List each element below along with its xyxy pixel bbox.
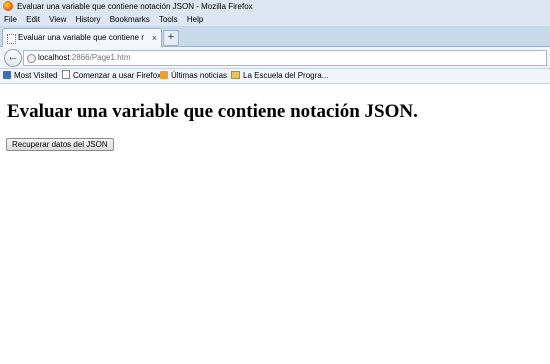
- url-host: localhost: [38, 53, 70, 62]
- url-path: :2866/Page1.htm: [69, 53, 131, 62]
- url-text: localhost:2866/Page1.htm: [38, 51, 131, 65]
- menu-bookmarks[interactable]: Bookmarks: [110, 13, 150, 26]
- window-title: Evaluar una variable que contiene notaci…: [17, 2, 253, 11]
- bookmark-escuela[interactable]: La Escuela del Progra...: [231, 69, 328, 83]
- page-icon: [7, 34, 16, 44]
- menu-view[interactable]: View: [49, 13, 66, 26]
- tab-label: Evaluar una variable que contiene notaci…: [18, 33, 144, 42]
- menu-tools[interactable]: Tools: [159, 13, 178, 26]
- firefox-logo-icon: [3, 1, 13, 11]
- menu-history[interactable]: History: [76, 13, 101, 26]
- new-tab-button[interactable]: +: [163, 30, 179, 46]
- menu-edit[interactable]: Edit: [26, 13, 40, 26]
- rss-feed-icon: [160, 71, 168, 79]
- close-tab-icon[interactable]: ×: [152, 29, 157, 47]
- menu-help[interactable]: Help: [187, 13, 203, 26]
- folder-icon: [231, 71, 240, 79]
- retrieve-json-button[interactable]: Recuperar datos del JSON: [6, 138, 114, 151]
- url-bar[interactable]: localhost:2866/Page1.htm: [23, 50, 547, 66]
- page-content: Evaluar una variable que contiene notaci…: [0, 84, 550, 364]
- bookmark-label: Últimas noticias: [171, 71, 228, 80]
- menu-file[interactable]: File: [4, 13, 17, 26]
- bookmark-label: Comenzar a usar Firefox: [73, 71, 162, 80]
- navigation-toolbar: ← localhost:2866/Page1.htm: [0, 47, 550, 69]
- page-heading: Evaluar una variable que contiene notaci…: [7, 101, 418, 122]
- tab-active[interactable]: Evaluar una variable que contiene notaci…: [2, 28, 162, 47]
- page-icon: [62, 70, 70, 79]
- bookmark-latest-news[interactable]: Últimas noticias: [160, 69, 227, 83]
- back-button[interactable]: ←: [4, 49, 22, 67]
- bookmarks-toolbar: Most Visited Comenzar a usar Firefox Últ…: [0, 69, 550, 84]
- bookmark-label: La Escuela del Progra...: [243, 71, 329, 80]
- menu-bar: File Edit View History Bookmarks Tools H…: [0, 13, 550, 26]
- bookmark-getting-started[interactable]: Comenzar a usar Firefox: [62, 69, 161, 83]
- most-visited-icon: [3, 71, 11, 79]
- window-titlebar: Evaluar una variable que contiene notaci…: [0, 0, 550, 13]
- bookmark-label: Most Visited: [14, 71, 58, 80]
- tab-strip: Evaluar una variable que contiene notaci…: [0, 26, 550, 47]
- globe-icon: [27, 54, 36, 63]
- bookmark-most-visited[interactable]: Most Visited: [3, 69, 57, 83]
